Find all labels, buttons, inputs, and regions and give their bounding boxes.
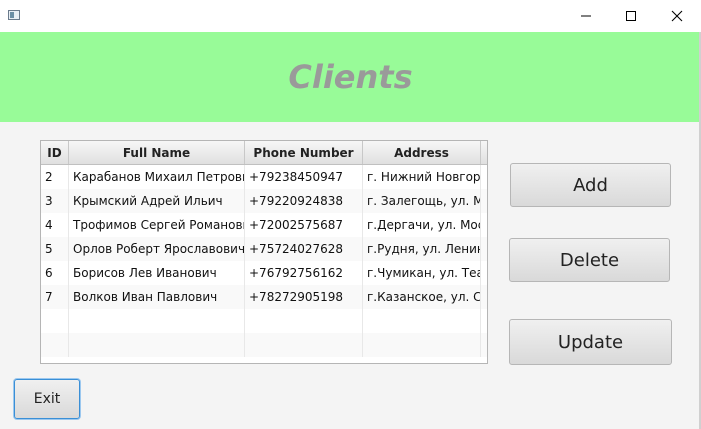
update-button[interactable]: Update [509, 319, 672, 365]
cell-full-name: Крымский Адрей Ильич [69, 189, 245, 213]
delete-button[interactable]: Delete [509, 238, 670, 282]
column-header-address[interactable]: Address [363, 141, 481, 164]
cell-id: 6 [41, 261, 69, 285]
cell-phone-number: +79220924838 [245, 189, 363, 213]
column-header-phone-number[interactable]: Phone Number [245, 141, 363, 164]
cell-full-name: Орлов Роберт Ярославович [69, 237, 245, 261]
cell-id: 2 [41, 165, 69, 189]
empty-cell [41, 309, 69, 333]
minimize-icon [581, 15, 591, 17]
empty-row [41, 333, 487, 357]
table-row[interactable]: 5 Орлов Роберт Ярославович +75724027628 … [41, 237, 487, 261]
table-row[interactable]: 2 Карабанов Михаил Петрович +79238450947… [41, 165, 487, 189]
column-header-id[interactable]: ID [41, 141, 69, 164]
cell-phone-number: +76792756162 [245, 261, 363, 285]
column-header-full-name[interactable]: Full Name [69, 141, 245, 164]
maximize-icon [626, 11, 636, 21]
empty-cell [69, 309, 245, 333]
close-icon [671, 10, 683, 22]
page-title: Clients [288, 58, 413, 96]
cell-phone-number: +78272905198 [245, 285, 363, 309]
cell-address: г.Казанское, ул. Со... [363, 285, 481, 309]
empty-row [41, 309, 487, 333]
cell-id: 7 [41, 285, 69, 309]
cell-phone-number: +72002575687 [245, 213, 363, 237]
empty-cell [245, 309, 363, 333]
cell-full-name: Борисов Лев Иванович [69, 261, 245, 285]
table-row[interactable]: 6 Борисов Лев Иванович +76792756162 г.Чу… [41, 261, 487, 285]
table-row[interactable]: 3 Крымский Адрей Ильич +79220924838 г. З… [41, 189, 487, 213]
close-button[interactable] [654, 0, 700, 32]
cell-id: 3 [41, 189, 69, 213]
empty-cell [41, 333, 69, 357]
table-header: ID Full Name Phone Number Address [41, 141, 487, 165]
empty-cell [69, 333, 245, 357]
title-bar [0, 0, 701, 32]
header-banner: Clients [0, 32, 701, 122]
column-header-filler [481, 141, 487, 164]
exit-button[interactable]: Exit [14, 379, 80, 419]
cell-address: г. Нижний Новгор... [363, 165, 481, 189]
table-row[interactable]: 7 Волков Иван Павлович +78272905198 г.Ка… [41, 285, 487, 309]
clients-table[interactable]: ID Full Name Phone Number Address 2 Кара… [40, 140, 488, 364]
cell-full-name: Волков Иван Павлович [69, 285, 245, 309]
cell-id: 4 [41, 213, 69, 237]
empty-cell [245, 333, 363, 357]
cell-full-name: Карабанов Михаил Петрович [69, 165, 245, 189]
cell-address: г.Чумикан, ул. Теа... [363, 261, 481, 285]
cell-phone-number: +75724027628 [245, 237, 363, 261]
app-icon [8, 10, 20, 20]
minimize-button[interactable] [563, 0, 609, 32]
empty-cell [363, 309, 481, 333]
maximize-button[interactable] [608, 0, 654, 32]
empty-cell [363, 333, 481, 357]
add-button[interactable]: Add [510, 163, 671, 207]
cell-phone-number: +79238450947 [245, 165, 363, 189]
cell-address: г. Залегощь, ул. М... [363, 189, 481, 213]
cell-address: г.Дергачи, ул. Мос... [363, 213, 481, 237]
table-row[interactable]: 4 Трофимов Сергей Романович +72002575687… [41, 213, 487, 237]
cell-id: 5 [41, 237, 69, 261]
cell-full-name: Трофимов Сергей Романович [69, 213, 245, 237]
cell-address: г.Рудня, ул. Ленин... [363, 237, 481, 261]
